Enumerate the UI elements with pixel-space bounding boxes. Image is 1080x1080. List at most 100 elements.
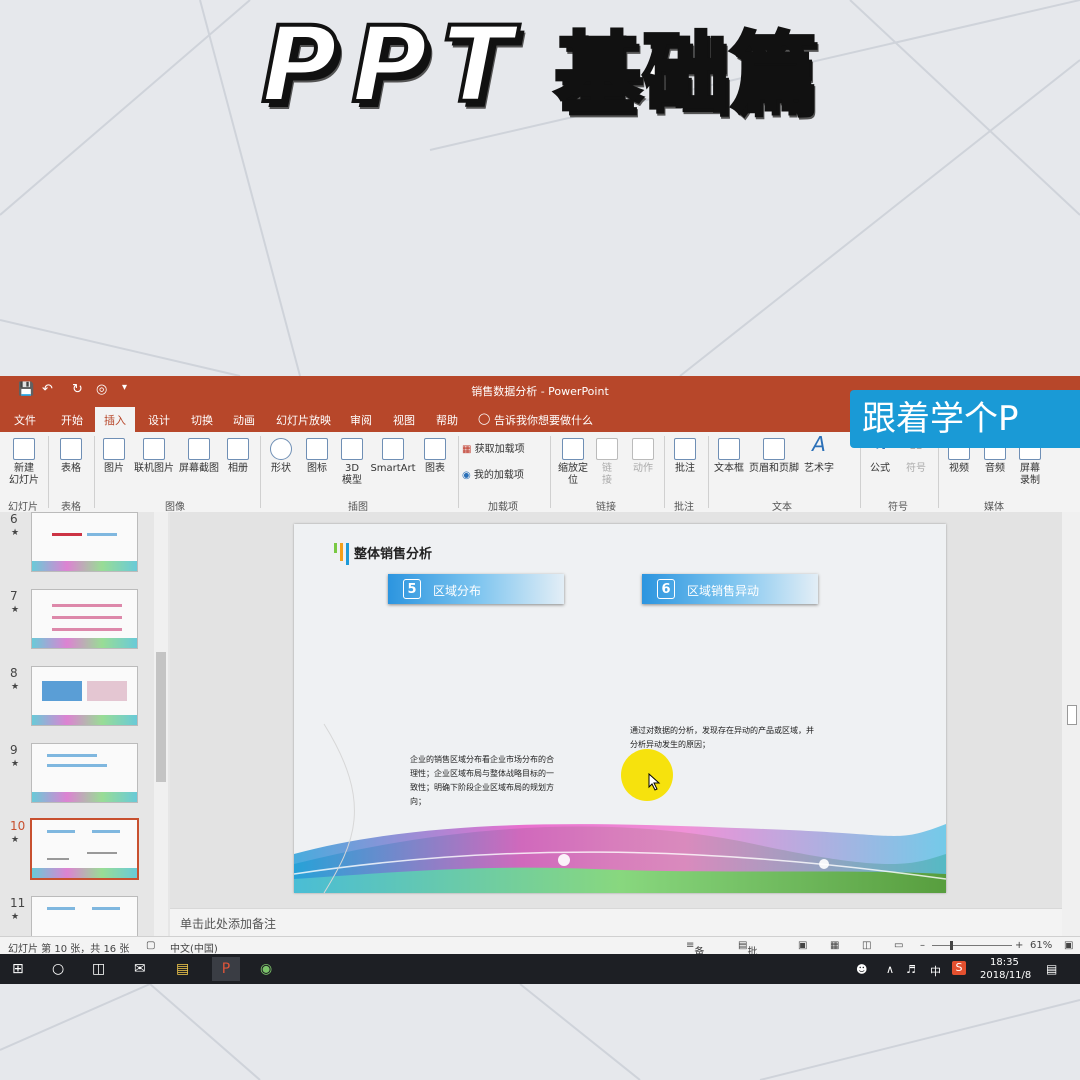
zoom-icon xyxy=(562,438,584,460)
slideshow-icon[interactable]: ▭ xyxy=(894,940,903,951)
group-label-images: 图像 xyxy=(165,502,185,513)
album-button[interactable]: 相册 xyxy=(224,438,252,475)
slide-thumbnail-7[interactable] xyxy=(31,589,138,649)
editor-scrollbar[interactable] xyxy=(1062,512,1080,936)
headline-cn: 基础篇 xyxy=(553,22,819,126)
section-box-6[interactable]: 6 区域销售异动 xyxy=(642,574,818,604)
new-slide-icon xyxy=(13,438,35,460)
wordart-button[interactable]: A 艺术字 xyxy=(802,434,836,475)
camera-icon xyxy=(188,438,210,460)
spellcheck-icon[interactable]: ▢ xyxy=(146,940,155,951)
normal-view-icon[interactable]: ▣ xyxy=(798,940,807,951)
sogou-ime-icon[interactable]: S xyxy=(952,961,966,975)
tab-design[interactable]: 设计 xyxy=(148,412,170,428)
slide[interactable]: 整体销售分析 5 区域分布 6 区域销售异动 企业的销售区域分布看企业市场分布的… xyxy=(294,524,946,893)
notes-pane[interactable]: 单击此处添加备注 xyxy=(170,908,1062,937)
recorder-app-icon[interactable]: ◉ xyxy=(260,961,272,977)
text-region-distribution[interactable]: 企业的销售区域分布看企业市场分布的合理性；企业区域布局与整体战略目标的一致性；明… xyxy=(410,753,556,809)
tab-animations[interactable]: 动画 xyxy=(233,412,255,428)
my-addins-button[interactable]: ◉ 我的加载项 xyxy=(462,470,548,482)
tab-file[interactable]: 文件 xyxy=(14,412,36,428)
section-label: 区域分布 xyxy=(433,584,482,598)
album-icon xyxy=(227,438,249,460)
headline: PPT 基础篇 xyxy=(0,2,1080,128)
icons-button[interactable]: 图标 xyxy=(302,438,332,475)
zoom-in-button[interactable]: + xyxy=(1015,940,1023,951)
comments-toggle-button[interactable]: ▤ 批注 xyxy=(738,940,757,973)
people-icon[interactable]: ☻ xyxy=(856,963,867,976)
tab-home[interactable]: 开始 xyxy=(61,412,83,428)
tab-review[interactable]: 审阅 xyxy=(350,412,372,428)
clock-time[interactable]: 18:35 xyxy=(990,957,1019,968)
clock-date[interactable]: 2018/11/8 xyxy=(980,970,1031,981)
task-view-icon[interactable]: ◫ xyxy=(92,961,105,977)
zoom-slider-thumb[interactable] xyxy=(950,941,953,950)
notification-icon[interactable]: ▤ xyxy=(1046,962,1057,976)
header-footer-button[interactable]: 页眉和页脚 xyxy=(748,438,800,475)
table-button[interactable]: 表格 xyxy=(56,438,86,475)
shapes-button[interactable]: 形状 xyxy=(266,438,296,475)
tab-insert[interactable]: 插入 xyxy=(95,407,135,432)
title-accent-bar xyxy=(334,543,337,553)
reading-view-icon[interactable]: ◫ xyxy=(862,940,871,951)
slide-counter: 幻灯片 第 10 张，共 16 张 xyxy=(8,944,130,955)
tray-chevron-icon[interactable]: ∧ xyxy=(886,963,894,976)
powerpoint-taskbar-icon[interactable]: P xyxy=(212,957,240,981)
icons-icon xyxy=(306,438,328,460)
zoom-out-button[interactable]: – xyxy=(920,940,925,951)
header-footer-icon xyxy=(763,438,785,460)
fit-to-window-icon[interactable]: ▣ xyxy=(1064,940,1073,951)
action-button[interactable]: 动作 xyxy=(628,438,658,475)
comment-button[interactable]: 批注 xyxy=(670,438,700,475)
section-box-5[interactable]: 5 区域分布 xyxy=(388,574,564,604)
file-explorer-icon[interactable]: ▤ xyxy=(176,961,189,977)
zoom-button[interactable]: 缩放定 位 xyxy=(556,438,590,487)
thumb-number: 10 xyxy=(10,819,26,833)
shapes-icon xyxy=(270,438,292,460)
tell-me-search[interactable]: 告诉我你想要做什么 xyxy=(494,412,593,428)
zoom-slider[interactable] xyxy=(932,945,1012,946)
textbox-button[interactable]: 文本框 xyxy=(712,438,746,475)
slide-thumbnail-11[interactable] xyxy=(31,896,138,938)
tab-transitions[interactable]: 切换 xyxy=(191,412,213,428)
windows-start-icon[interactable]: ⊞ xyxy=(12,961,24,977)
tab-help[interactable]: 帮助 xyxy=(436,412,458,428)
mail-icon[interactable]: ✉ xyxy=(134,961,146,977)
scrollbar-thumb[interactable] xyxy=(1067,705,1077,725)
group-label-media: 媒体 xyxy=(984,502,1004,513)
tab-view[interactable]: 视图 xyxy=(393,412,415,428)
volume-icon[interactable]: ♬ xyxy=(906,963,916,976)
smartart-button[interactable]: SmartArt xyxy=(370,438,416,475)
3d-model-button[interactable]: 3D 模型 xyxy=(338,438,366,487)
picture-button[interactable]: 图片 xyxy=(100,438,128,475)
slide-thumbnail-6[interactable] xyxy=(31,512,138,572)
ime-indicator[interactable]: 中 xyxy=(930,963,941,979)
group-label-text: 文本 xyxy=(772,502,792,513)
chart-button[interactable]: 图表 xyxy=(420,438,450,475)
slide-canvas: 整体销售分析 5 区域分布 6 区域销售异动 企业的销售区域分布看企业市场分布的… xyxy=(170,512,1062,908)
animation-star-icon: ★ xyxy=(11,528,20,538)
section-number: 5 xyxy=(403,579,421,599)
cortana-search-icon[interactable]: ○ xyxy=(52,961,64,977)
language-indicator[interactable]: 中文(中国) xyxy=(170,940,218,955)
slide-thumbnail-9[interactable] xyxy=(31,743,138,803)
get-addins-button[interactable]: ▦ 获取加载项 xyxy=(462,444,542,456)
animation-star-icon: ★ xyxy=(11,682,20,692)
zoom-level[interactable]: 61% xyxy=(1030,940,1052,951)
slide-sorter-icon[interactable]: ▦ xyxy=(830,940,839,951)
new-slide-button[interactable]: 新建 幻灯片 xyxy=(8,438,40,487)
group-label-symbols: 符号 xyxy=(888,502,908,513)
windows-taskbar: ⊞ ○ ◫ ✉ ▤ P ◉ ☻ ∧ ♬ 中 S 18:35 2018/11/8 … xyxy=(0,954,1080,984)
thumbnails-scrollbar[interactable] xyxy=(154,512,168,936)
slide-thumbnail-10[interactable] xyxy=(30,818,139,880)
thumb-number: 9 xyxy=(10,743,18,757)
text-region-anomaly[interactable]: 通过对数据的分析，发现存在异动的产品或区域，并分析异动发生的原因； xyxy=(630,724,814,752)
link-button[interactable]: 链 接 xyxy=(596,438,618,487)
slide-thumbnail-8[interactable] xyxy=(31,666,138,726)
screenshot-button[interactable]: 屏幕截图 xyxy=(178,438,220,475)
tab-slideshow[interactable]: 幻灯片放映 xyxy=(276,412,331,428)
group-label-slides: 幻灯片 xyxy=(8,502,38,513)
online-picture-button[interactable]: 联机图片 xyxy=(132,438,176,475)
scrollbar-thumb[interactable] xyxy=(156,652,166,782)
notes-toggle-button[interactable]: ≡ 备注 xyxy=(686,940,704,973)
